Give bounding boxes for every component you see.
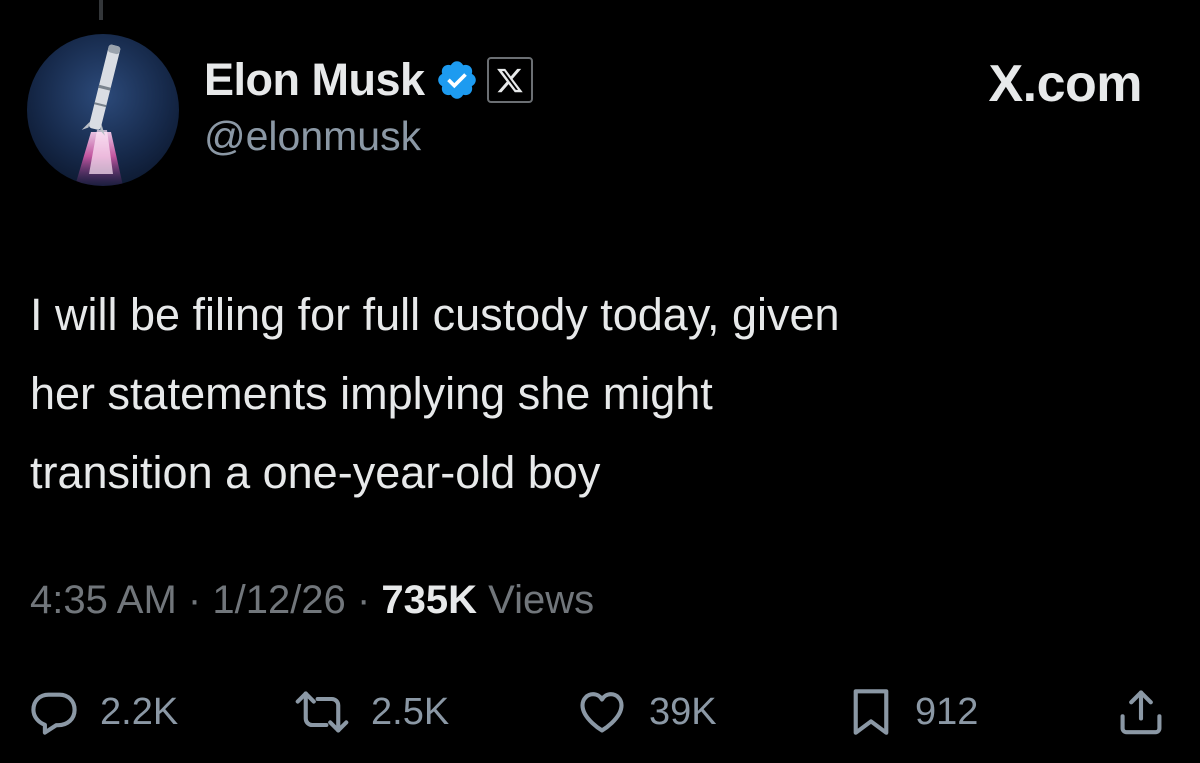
repost-count: 2.5K xyxy=(371,690,450,733)
author-handle[interactable]: @elonmusk xyxy=(204,113,421,160)
repost-button[interactable]: 2.5K xyxy=(293,684,449,740)
tweet-date[interactable]: 1/12/26 xyxy=(212,578,345,622)
author-name-row: Elon Musk xyxy=(204,52,533,108)
avatar[interactable] xyxy=(27,34,179,186)
rocket-launch-avatar-icon xyxy=(27,34,179,186)
bookmark-count: 912 xyxy=(915,690,979,733)
affiliate-badge[interactable] xyxy=(486,57,533,103)
meta-separator: · xyxy=(356,578,371,622)
like-button[interactable]: 39K xyxy=(575,684,717,740)
action-bar: 2.2K 2.5K 39K 912 xyxy=(0,684,1200,740)
tweet-text-line: her statements implying she might xyxy=(30,368,713,419)
verified-badge-icon[interactable] xyxy=(435,58,479,102)
tweet-text-line: I will be filing for full custody today,… xyxy=(30,289,840,340)
share-icon xyxy=(1120,690,1162,735)
x-logo-icon xyxy=(496,68,523,93)
bookmark-button[interactable]: 912 xyxy=(847,684,978,740)
author-name[interactable]: Elon Musk xyxy=(204,54,425,106)
tweet-time[interactable]: 4:35 AM xyxy=(30,578,177,622)
thread-connector-line xyxy=(99,0,103,20)
like-count: 39K xyxy=(649,690,717,733)
tweet-metadata: 4:35 AM · 1/12/26 · 735K Views xyxy=(30,578,594,623)
bookmark-icon xyxy=(853,689,889,735)
views-label: Views xyxy=(488,578,595,622)
repost-icon xyxy=(295,691,349,733)
like-icon xyxy=(580,692,624,733)
share-button[interactable] xyxy=(1115,684,1167,740)
reply-button[interactable]: 2.2K xyxy=(28,684,178,740)
site-watermark: X.com xyxy=(988,55,1142,113)
views-count[interactable]: 735K xyxy=(381,578,477,622)
meta-separator: · xyxy=(187,578,202,622)
reply-count: 2.2K xyxy=(100,690,179,733)
reply-icon xyxy=(31,692,77,735)
tweet-text: I will be filing for full custody today,… xyxy=(30,275,1150,512)
tweet-text-line: transition a one-year-old boy xyxy=(30,447,601,498)
